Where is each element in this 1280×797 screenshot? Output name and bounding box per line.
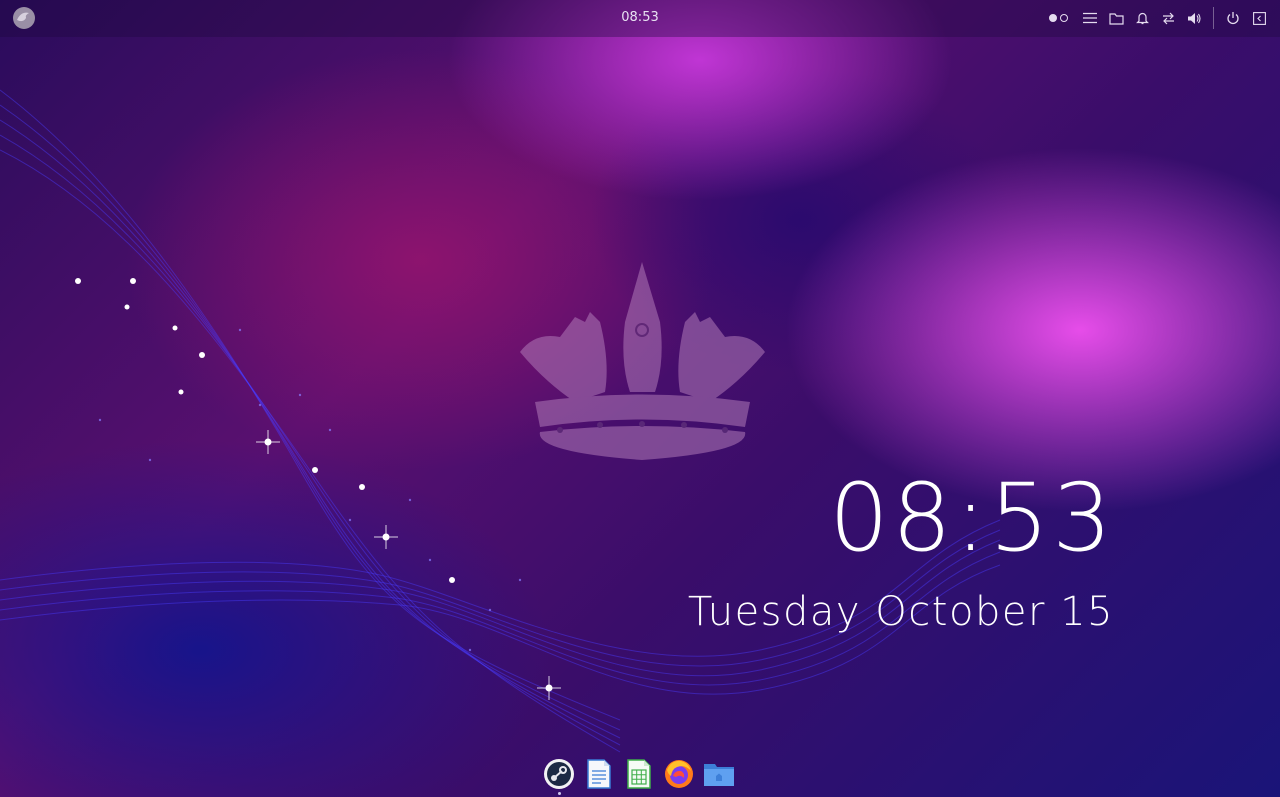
notification-bell-icon[interactable] <box>1129 8 1155 28</box>
volume-icon[interactable] <box>1181 8 1207 28</box>
power-icon[interactable] <box>1220 8 1246 28</box>
steam-icon[interactable] <box>543 758 575 795</box>
running-indicator <box>558 792 561 795</box>
dock <box>543 757 735 795</box>
desktop-clock: 08:53 <box>829 464 1115 573</box>
desktop-date: Tuesday October 15 <box>687 589 1114 635</box>
desktop[interactable]: 08:53 08:53 Tuesday October 15 <box>0 0 1280 797</box>
folder-icon[interactable] <box>1103 8 1129 28</box>
menu-icon[interactable] <box>1077 8 1103 28</box>
workspace-1-indicator[interactable] <box>1049 14 1057 22</box>
network-transfer-icon[interactable] <box>1155 8 1181 28</box>
workspace-switcher[interactable] <box>1049 14 1075 22</box>
crown-logo-watermark <box>520 262 765 460</box>
firefox-icon[interactable] <box>663 758 695 790</box>
files-folder-icon[interactable] <box>703 758 735 790</box>
tray-separator <box>1213 7 1214 29</box>
system-tray <box>1049 7 1272 29</box>
top-panel: 08:53 <box>0 0 1280 37</box>
writer-document-icon[interactable] <box>583 758 615 790</box>
workspace-2-indicator[interactable] <box>1060 14 1068 22</box>
budgie-bird-icon[interactable] <box>10 4 38 32</box>
calc-spreadsheet-icon[interactable] <box>623 758 655 790</box>
sidebar-toggle-icon[interactable] <box>1246 8 1272 28</box>
